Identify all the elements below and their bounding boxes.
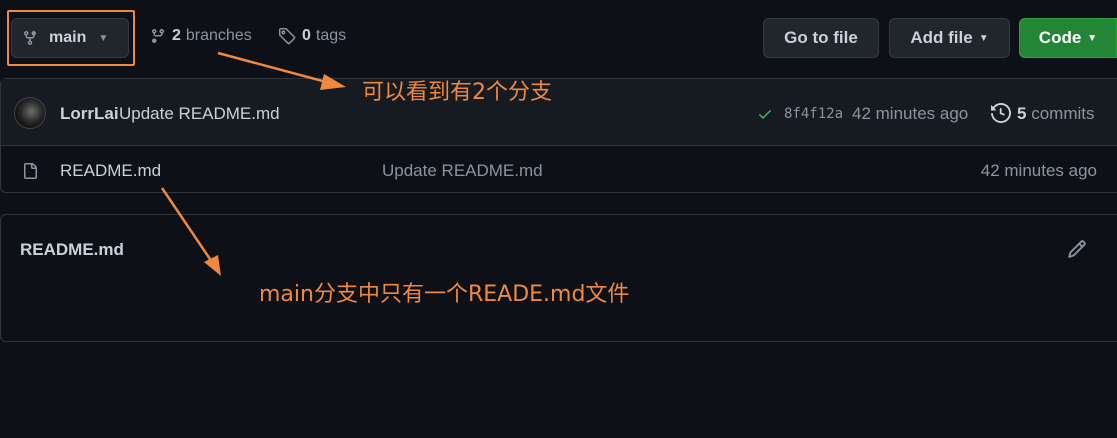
add-file-button[interactable]: Add file ▼ [889,18,1010,58]
go-to-file-button[interactable]: Go to file [763,18,879,58]
branches-link[interactable]: 2 branches [150,27,252,45]
annotation-highlight-box [7,10,135,66]
commits-label: commits [1031,104,1095,123]
go-to-file-label: Go to file [784,28,858,47]
commit-message[interactable]: Update README.md [119,104,280,124]
pencil-icon[interactable] [1067,239,1087,259]
file-commit-message-link[interactable]: Update README.md [382,161,543,181]
check-icon[interactable] [757,106,773,122]
tag-icon [278,27,296,45]
latest-commit-bar: LorrLai Update README.md 8f4f12a 42 minu… [1,79,1117,146]
code-label: Code [1038,28,1082,47]
tags-link[interactable]: 0 tags [278,27,346,45]
readme-title[interactable]: README.md [20,240,124,260]
file-name-link[interactable]: README.md [60,161,161,181]
commit-author[interactable]: LorrLai [60,104,119,124]
annotation-branches-note: 可以看到有2个分支 [362,80,552,105]
add-file-label: Add file [910,28,973,47]
repo-page: main ▼ 2 branches 0 tags Go to file Add … [0,0,1117,438]
table-row: README.md Update README.md 42 minutes ag… [1,146,1117,194]
file-browser: LorrLai Update README.md 8f4f12a 42 minu… [0,78,1117,193]
commits-link[interactable]: 5 commits [1017,104,1094,124]
tags-count: 0 [302,27,311,44]
commit-sha[interactable]: 8f4f12a [784,106,843,122]
branches-label: branches [185,27,252,44]
tags-label: tags [315,27,347,44]
commit-time: 42 minutes ago [852,104,969,123]
caret-down-icon: ▼ [1087,32,1098,44]
commits-count: 5 [1017,104,1027,123]
caret-down-icon: ▼ [978,32,989,44]
code-button[interactable]: Code ▼ [1019,18,1117,58]
file-icon [24,163,37,179]
annotation-files-note: main分支中只有一个READE.md文件 [259,282,630,307]
branch-icon [151,29,164,44]
history-icon [991,103,1011,123]
branches-count: 2 [172,27,181,44]
file-time: 42 minutes ago [980,161,1097,180]
avatar[interactable] [14,97,46,129]
